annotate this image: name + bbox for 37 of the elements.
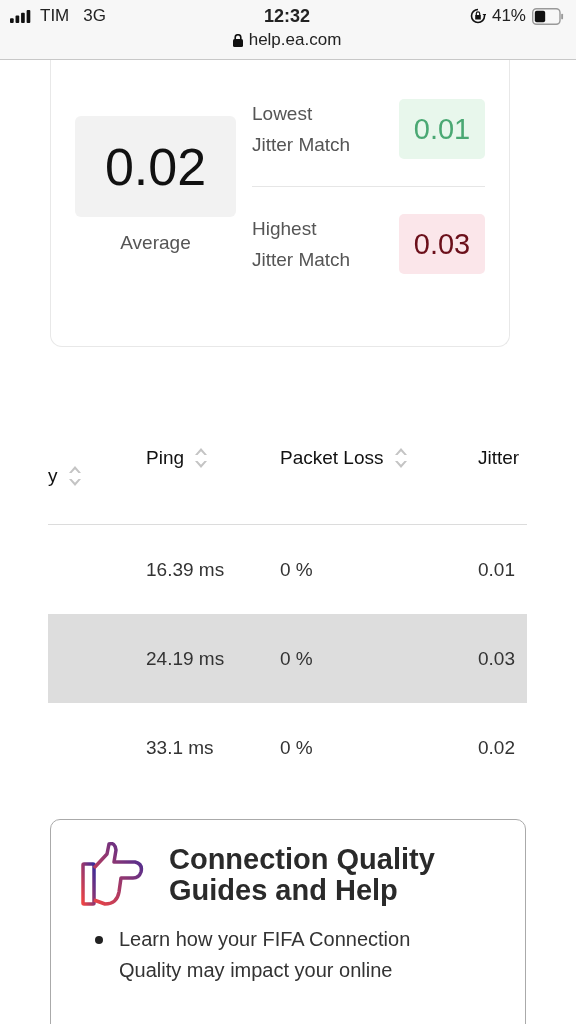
- table-row[interactable]: 24.19 ms 0 % 0.03: [48, 614, 527, 703]
- address-url[interactable]: help.ea.com: [248, 30, 342, 50]
- battery-icon: [532, 7, 564, 25]
- table-cell: 0.01: [478, 558, 515, 580]
- table-row[interactable]: 33.1 ms 0 % 0.02: [48, 703, 527, 792]
- lock-icon: [232, 33, 243, 47]
- table-cell: 16.39 ms: [146, 558, 225, 580]
- pointing-hand-icon: [81, 842, 145, 908]
- carrier-name: TIM: [40, 6, 70, 26]
- table-cell: 0.03: [478, 647, 515, 669]
- table-cell: 0 %: [280, 647, 313, 669]
- column-header[interactable]: y: [48, 435, 146, 524]
- table-cell: 0 %: [280, 736, 313, 758]
- sort-icon[interactable]: [393, 447, 408, 469]
- guide-text: Learn how your FIFA Connection Quality may impact your online: [119, 927, 412, 983]
- column-header[interactable]: Jitter: [478, 435, 527, 524]
- match-value: 0.03: [399, 214, 485, 274]
- column-header[interactable]: Ping: [146, 435, 280, 524]
- average-value: 0.02: [75, 116, 236, 217]
- sort-icon[interactable]: [67, 465, 82, 487]
- table-cell: 0.02: [478, 736, 515, 758]
- clock-time: 12:32: [263, 5, 310, 27]
- table-row[interactable]: 16.39 ms 0 % 0.01: [48, 525, 527, 614]
- rotation-lock-icon: [469, 8, 486, 24]
- table-cell: 33.1 ms: [146, 736, 214, 758]
- guide-title: Connection Quality Guides and Help: [169, 844, 436, 906]
- match-value: 0.01: [399, 99, 485, 159]
- column-header[interactable]: Packet Loss: [280, 435, 478, 524]
- sort-icon[interactable]: [194, 447, 209, 469]
- network-type: 3G: [83, 6, 106, 26]
- table-cell: 0 %: [280, 558, 313, 580]
- match-label: Lowest Jitter Match: [252, 102, 352, 157]
- bullet-icon: [95, 936, 103, 944]
- battery-percent: 41%: [491, 6, 526, 26]
- average-label: Average: [120, 232, 191, 254]
- table-cell: 24.19 ms: [146, 647, 225, 669]
- match-label: Highest Jitter Match: [252, 217, 352, 272]
